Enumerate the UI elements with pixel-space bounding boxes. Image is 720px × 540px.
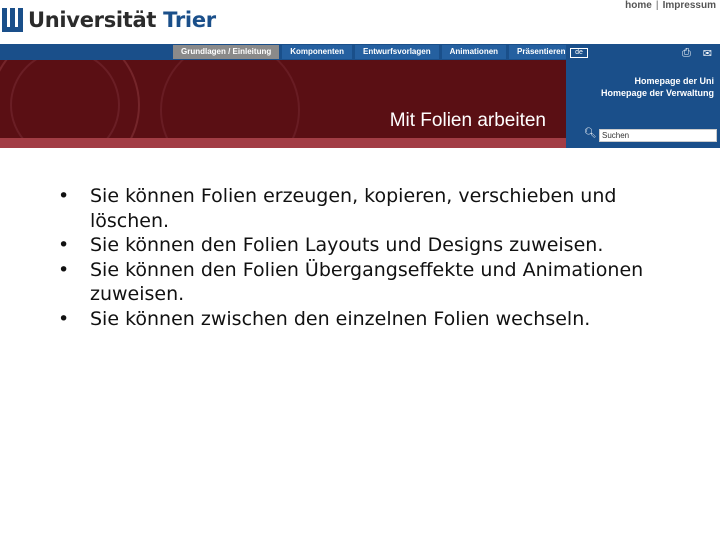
print-icon[interactable]: ⎙ [682,47,691,60]
header-banner: Mit Folien arbeiten [0,60,566,148]
list-item: Sie können den Folien Layouts und Design… [58,233,678,258]
list-item: Sie können zwischen den einzelnen Folien… [58,307,678,332]
right-panel: de ⎙ ✉ Homepage der Uni Homepage der Ver… [566,44,720,148]
logo-mark-icon [2,8,24,32]
university-logo[interactable]: Universität Trier [0,4,216,36]
search-icon[interactable]: 🔍︎ [584,128,597,139]
homepage-uni-link[interactable]: Homepage der Uni [634,76,714,86]
tab-grundlagen[interactable]: Grundlagen / Einleitung [173,45,280,59]
tab-entwurfsvorlagen[interactable]: Entwurfsvorlagen [355,45,439,59]
slide-content: Sie können Folien erzeugen, kopieren, ve… [58,184,678,331]
tab-komponenten[interactable]: Komponenten [282,45,353,59]
logo-text: Universität Trier [28,8,216,32]
impressum-link[interactable]: Impressum [663,0,716,11]
tab-praesentieren[interactable]: Präsentieren [509,45,574,59]
search-input[interactable] [599,129,717,142]
list-item: Sie können den Folien Übergangseffekte u… [58,258,678,307]
banner-bottom-strip [0,138,566,148]
mail-icon[interactable]: ✉ [703,47,712,60]
page-title: Mit Folien arbeiten [389,110,546,131]
list-item: Sie können Folien erzeugen, kopieren, ve… [58,184,678,233]
seal-inner-ring [10,60,120,148]
search-area: 🔍︎ [566,126,720,148]
logo-text-city: Trier [163,8,216,32]
home-link[interactable]: home [625,0,652,11]
homepage-verwaltung-link[interactable]: Homepage der Verwaltung [601,88,714,98]
tab-animationen[interactable]: Animationen [441,45,507,59]
language-switch[interactable]: de [570,48,588,58]
main-navigation: Grundlagen / Einleitung Komponenten Entw… [0,44,574,60]
bullet-list: Sie können Folien erzeugen, kopieren, ve… [58,184,678,331]
top-links-separator: | [655,0,659,11]
logo-text-main: Universität [28,8,157,32]
seal-secondary-ring [160,60,300,148]
top-links: home | Impressum [625,0,716,11]
nav-tabs: Grundlagen / Einleitung Komponenten Entw… [173,45,574,59]
panel-icons: ⎙ ✉ [682,47,712,60]
